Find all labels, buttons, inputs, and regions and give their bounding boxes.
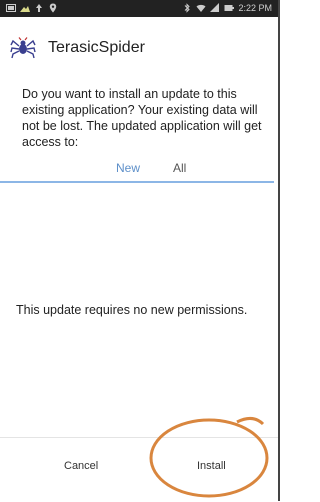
cancel-button[interactable]: Cancel [64, 460, 98, 472]
status-right-icons: 2:22 PM [182, 3, 272, 13]
status-bar: 2:22 PM [0, 0, 278, 17]
battery-icon [224, 5, 235, 11]
status-left-icons [6, 3, 58, 13]
signal-icon [210, 3, 220, 12]
install-message: Do you want to install an update to this… [22, 87, 262, 149]
wifi-icon [196, 4, 206, 12]
bluetooth-icon [185, 3, 191, 13]
spider-icon [10, 37, 36, 59]
upload-icon [36, 4, 42, 12]
app-name: TerasicSpider [48, 39, 145, 56]
image-icon [20, 6, 30, 12]
status-time: 2:22 PM [238, 3, 272, 13]
tab-all[interactable]: All [173, 161, 186, 175]
tab-new[interactable]: New [116, 161, 140, 175]
permission-tabs: New All [0, 157, 278, 183]
button-bar: Cancel Install [0, 437, 278, 502]
install-button[interactable]: Install [197, 460, 226, 472]
location-icon [49, 3, 57, 13]
permissions-message: This update requires no new permissions. [16, 303, 248, 317]
tab-indicator [0, 181, 274, 183]
app-header: TerasicSpider [10, 36, 145, 60]
package-installer-screen: 2:22 PM TerasicSpider Do you want to ins… [0, 0, 280, 501]
gallery-icon [6, 4, 16, 12]
